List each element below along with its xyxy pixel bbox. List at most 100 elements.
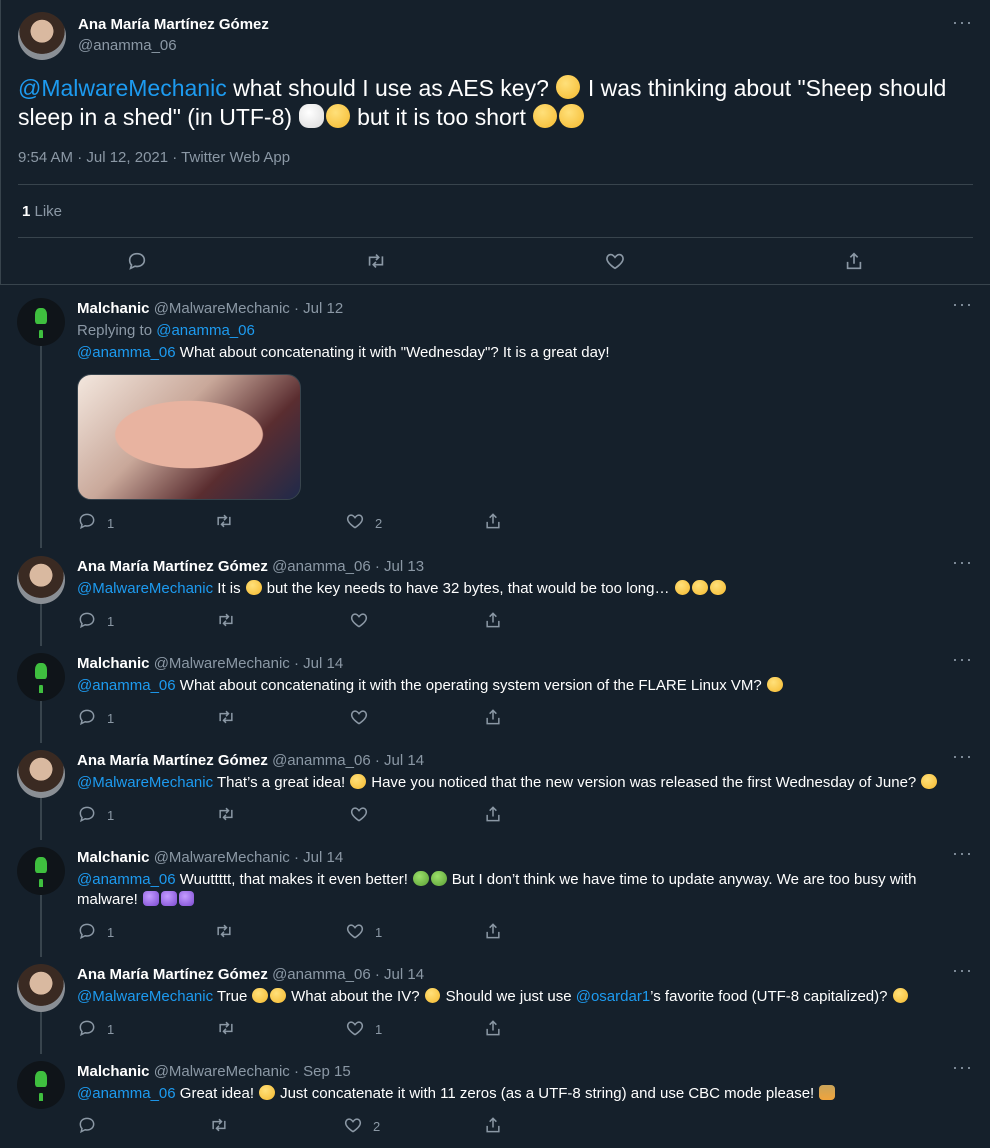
reply-handle-date[interactable]: @MalwareMechanic · Jul 14 xyxy=(154,655,343,672)
thumbs-up-emoji-icon xyxy=(270,987,286,1004)
heart-icon[interactable] xyxy=(604,250,626,272)
retweet-icon[interactable] xyxy=(216,610,236,630)
reply-author-name[interactable]: Malchanic xyxy=(77,655,150,672)
heart-icon[interactable] xyxy=(349,804,369,824)
tweet-text-part: but it is too short xyxy=(350,104,533,130)
retweet-icon[interactable] xyxy=(209,1115,229,1135)
more-icon[interactable]: ··· xyxy=(952,844,972,868)
more-icon[interactable]: ··· xyxy=(952,961,972,985)
reply-author-name[interactable]: Malchanic xyxy=(77,1063,150,1080)
reply-handle-date[interactable]: @anamma_06 · Jul 14 xyxy=(272,966,424,983)
thread-line xyxy=(40,701,42,743)
retweet-icon[interactable] xyxy=(216,804,236,824)
more-icon[interactable]: ··· xyxy=(952,650,972,674)
reply-icon[interactable] xyxy=(77,921,97,941)
share-icon[interactable] xyxy=(483,511,503,531)
heart-icon[interactable] xyxy=(345,1018,365,1038)
retweet-icon[interactable] xyxy=(214,921,234,941)
likes-stat[interactable]: 1 Like xyxy=(22,203,62,220)
partying-face-emoji-icon xyxy=(921,773,938,790)
mention-link[interactable]: @MalwareMechanic xyxy=(77,580,213,597)
reply-avatar[interactable] xyxy=(17,653,65,701)
reply-media-image[interactable] xyxy=(77,374,301,500)
share-icon[interactable] xyxy=(483,804,503,824)
more-icon[interactable]: ··· xyxy=(952,295,972,319)
reply-icon[interactable] xyxy=(77,1115,97,1135)
thread-line xyxy=(40,604,42,646)
mention-link[interactable]: @anamma_06 xyxy=(77,871,176,888)
mention-link[interactable]: @MalwareMechanic xyxy=(77,774,213,791)
reply-icon[interactable] xyxy=(77,707,97,727)
mention-link[interactable]: @osardar1 xyxy=(576,988,650,1005)
author-avatar[interactable] xyxy=(18,12,66,60)
mention-link[interactable]: @anamma_06 xyxy=(77,677,176,694)
nerd-face-emoji-icon xyxy=(350,773,367,790)
share-icon[interactable] xyxy=(483,707,503,727)
reply-author-name[interactable]: Ana María Martínez Gómez xyxy=(77,752,268,769)
likes-label: Like xyxy=(30,203,63,220)
heart-icon[interactable] xyxy=(345,511,365,531)
share-icon[interactable] xyxy=(843,250,865,272)
reply-handle-date[interactable]: @anamma_06 · Jul 13 xyxy=(272,558,424,575)
frog-emoji-icon xyxy=(413,870,429,887)
reply-icon[interactable] xyxy=(77,511,97,531)
reply-count: 1 xyxy=(107,1022,115,1037)
more-icon[interactable]: ··· xyxy=(952,1058,972,1082)
retweet-icon[interactable] xyxy=(365,250,387,272)
reply-avatar[interactable] xyxy=(17,556,65,604)
reply-count: 1 xyxy=(107,925,115,940)
mention-link[interactable]: @MalwareMechanic xyxy=(77,988,213,1005)
savoring-food-emoji-icon xyxy=(892,987,909,1004)
mention-link[interactable]: @anamma_06 xyxy=(77,1085,176,1102)
anxious-face-emoji-icon xyxy=(674,579,691,596)
heart-icon[interactable] xyxy=(349,707,369,727)
reply-author-name[interactable]: Ana María Martínez Gómez xyxy=(77,966,268,983)
reply-icon[interactable] xyxy=(126,250,148,272)
reply-icon[interactable] xyxy=(77,804,97,824)
mention-link[interactable]: @MalwareMechanic xyxy=(18,75,227,101)
more-icon[interactable]: ··· xyxy=(952,747,972,771)
mention-link[interactable]: @anamma_06 xyxy=(77,344,176,361)
reply-avatar[interactable] xyxy=(17,847,65,895)
reply-author-name[interactable]: Ana María Martínez Gómez xyxy=(77,558,268,575)
replying-to-link[interactable]: @anamma_06 xyxy=(156,322,255,339)
reply-text-part: That’s a great idea! xyxy=(213,774,350,791)
reply-avatar[interactable] xyxy=(17,298,65,346)
tired-face-emoji-icon xyxy=(533,104,558,129)
more-icon[interactable]: ··· xyxy=(952,13,972,37)
reply-icon[interactable] xyxy=(77,1018,97,1038)
share-icon[interactable] xyxy=(483,1018,503,1038)
reply-text-part: Should we just use xyxy=(441,988,576,1005)
reply-handle-date[interactable]: @MalwareMechanic · Sep 15 xyxy=(154,1063,351,1080)
more-icon[interactable]: ··· xyxy=(952,553,972,577)
thread-line xyxy=(40,346,42,548)
reply-handle-date[interactable]: @anamma_06 · Jul 14 xyxy=(272,752,424,769)
reply-icon[interactable] xyxy=(77,610,97,630)
frog-emoji-icon xyxy=(430,870,447,887)
share-icon[interactable] xyxy=(483,610,503,630)
reply-header: Ana María Martínez Gómez @anamma_06 · Ju… xyxy=(77,752,424,769)
persevering-face-emoji-icon xyxy=(692,579,709,596)
share-icon[interactable] xyxy=(483,1115,503,1135)
tweet-timestamp[interactable]: 9:54 AM · Jul 12, 2021 · Twitter Web App xyxy=(18,149,290,166)
author-name[interactable]: Ana María Martínez Gómez xyxy=(78,16,269,33)
reply-avatar[interactable] xyxy=(17,964,65,1012)
reply-text-part: Wuuttttt, that makes it even better! xyxy=(175,871,413,888)
reply-avatar[interactable] xyxy=(17,1061,65,1109)
alien-monster-emoji-icon xyxy=(160,890,177,907)
heart-icon[interactable] xyxy=(345,921,365,941)
share-icon[interactable] xyxy=(483,921,503,941)
heart-icon[interactable] xyxy=(349,610,369,630)
retweet-icon[interactable] xyxy=(216,707,236,727)
reply-text-part: True xyxy=(213,988,252,1005)
reply-author-name[interactable]: Malchanic xyxy=(77,849,150,866)
heart-icon[interactable] xyxy=(343,1115,363,1135)
retweet-icon[interactable] xyxy=(214,511,234,531)
reply-handle-date[interactable]: @MalwareMechanic · Jul 14 xyxy=(154,849,343,866)
reply-handle-date[interactable]: @MalwareMechanic · Jul 12 xyxy=(154,300,343,317)
author-handle[interactable]: @anamma_06 xyxy=(78,37,177,54)
retweet-icon[interactable] xyxy=(216,1018,236,1038)
reply-avatar[interactable] xyxy=(17,750,65,798)
thread-line xyxy=(40,798,42,840)
reply-author-name[interactable]: Malchanic xyxy=(77,300,150,317)
